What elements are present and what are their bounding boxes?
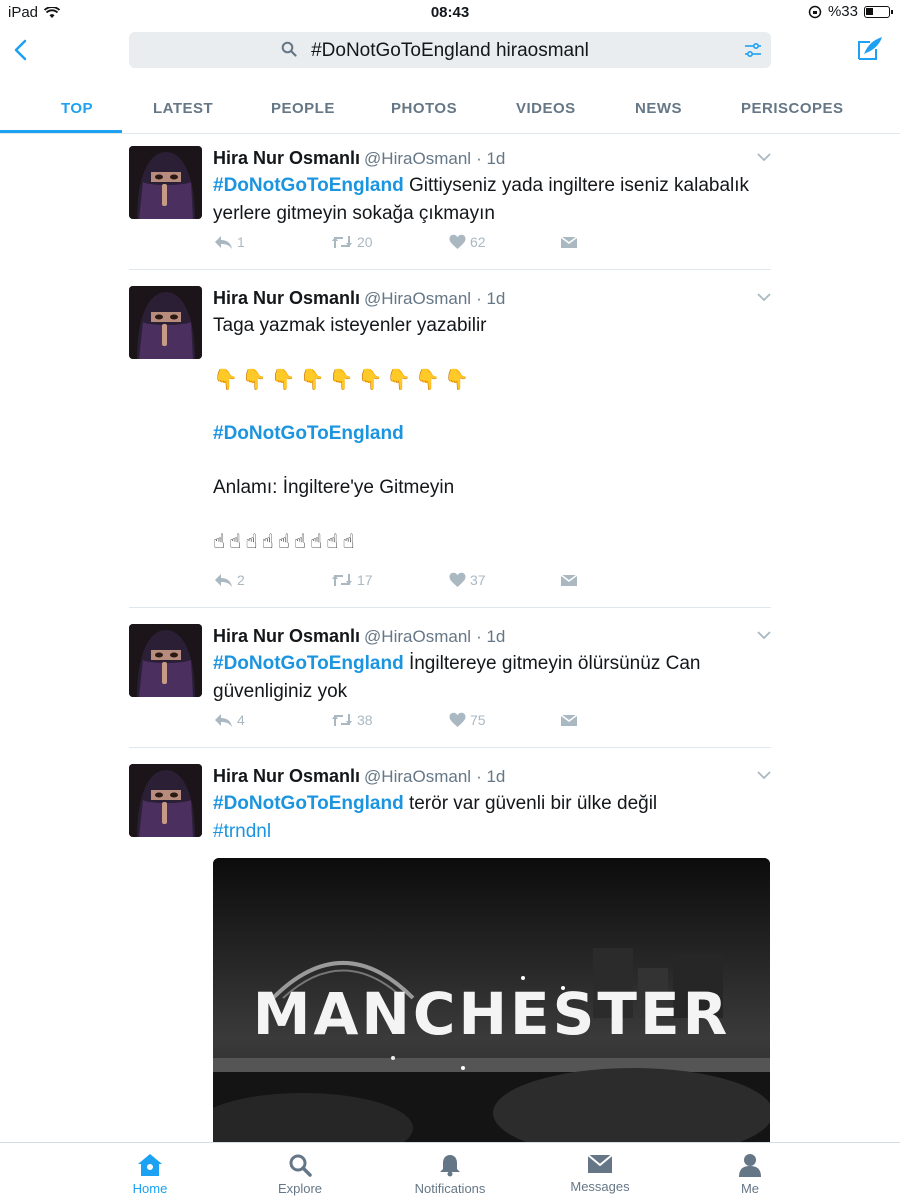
nav-explore[interactable]: Explore — [240, 1153, 360, 1196]
author-name[interactable]: Hira Nur Osmanlı — [213, 626, 360, 646]
direct-message-button[interactable] — [559, 572, 579, 588]
nav-me[interactable]: Me — [690, 1153, 810, 1196]
avatar[interactable] — [129, 764, 202, 837]
like-button[interactable]: 62 — [449, 234, 486, 250]
retweet-button[interactable]: 20 — [331, 234, 373, 250]
tab-top[interactable]: TOP — [61, 100, 93, 117]
chevron-down-icon[interactable] — [757, 630, 771, 640]
tweet-actions: 2 17 37 — [213, 572, 613, 594]
envelope-icon — [560, 236, 578, 248]
envelope-icon — [560, 574, 578, 586]
nav-home[interactable]: Home — [90, 1153, 210, 1196]
nav-notifications[interactable]: Notifications — [390, 1153, 510, 1196]
tweet-card[interactable]: Hira Nur Osmanlı @HiraOsmanl · 1d #DoNotG… — [129, 624, 771, 748]
tweet-time: · 1d — [476, 627, 506, 646]
search-header: #DoNotGoToEngland hiraosmanl — [0, 24, 900, 84]
tab-latest[interactable]: LATEST — [153, 100, 213, 117]
avatar[interactable] — [129, 286, 202, 359]
hashtag-link[interactable]: #DoNotGoToEngland — [213, 423, 404, 444]
author-handle[interactable]: @HiraOsmanl — [364, 767, 471, 786]
tweet-actions: 4 38 75 — [213, 712, 613, 734]
search-query: #DoNotGoToEngland hiraosmanl — [311, 40, 589, 61]
like-button[interactable]: 75 — [449, 712, 486, 728]
author-name[interactable]: Hira Nur Osmanlı — [213, 766, 360, 786]
hashtag-link[interactable]: #DoNotGoToEngland — [213, 793, 404, 814]
reply-button[interactable]: 1 — [213, 234, 245, 250]
envelope-icon — [587, 1154, 613, 1173]
author-handle[interactable]: @HiraOsmanl — [364, 627, 471, 646]
search-input[interactable]: #DoNotGoToEngland hiraosmanl — [129, 32, 771, 68]
image-caption-text: MANCHESTER — [252, 980, 731, 1048]
emoji-row: ☝☝☝☝☝☝☝☝☝ — [213, 531, 359, 553]
search-icon — [289, 1154, 312, 1177]
retweet-icon — [332, 574, 352, 586]
tab-periscopes[interactable]: PERISCOPES — [741, 100, 844, 117]
avatar[interactable] — [129, 146, 202, 219]
author-name[interactable]: Hira Nur Osmanlı — [213, 148, 360, 168]
reply-icon — [215, 236, 232, 249]
hashtag-link[interactable]: #trndnl — [213, 821, 271, 842]
emoji-row: 👇👇👇👇👇👇👇👇👇 — [213, 369, 474, 391]
reply-button[interactable]: 2 — [213, 572, 245, 588]
tweet-text: Taga yazmak isteyenler yazabilir 👇👇👇👇👇👇👇… — [213, 312, 768, 556]
profile-icon — [739, 1154, 761, 1177]
tweet-text: #DoNotGoToEngland Gittiyseniz yada ingil… — [213, 175, 750, 224]
tab-news[interactable]: NEWS — [635, 100, 682, 117]
tweet-time: · 1d — [476, 767, 506, 786]
status-bar: iPad 08:43 %33 — [0, 0, 900, 24]
direct-message-button[interactable] — [559, 712, 579, 728]
tab-videos[interactable]: VIDEOS — [516, 100, 576, 117]
heart-icon — [449, 572, 466, 587]
tweet-actions: 1 20 62 — [213, 234, 613, 256]
back-arrow-icon[interactable] — [8, 36, 36, 64]
bell-icon — [440, 1155, 460, 1177]
reply-icon — [215, 574, 232, 587]
direct-message-button[interactable] — [559, 234, 579, 250]
retweet-icon — [332, 714, 352, 726]
author-handle[interactable]: @HiraOsmanl — [364, 289, 471, 308]
tweet-time: · 1d — [476, 149, 506, 168]
author-handle[interactable]: @HiraOsmanl — [364, 149, 471, 168]
tweet-card[interactable]: Hira Nur Osmanlı @HiraOsmanl · 1d Taga ya… — [129, 286, 771, 608]
tab-people[interactable]: PEOPLE — [271, 100, 335, 117]
clock: 08:43 — [430, 4, 470, 21]
battery-percent: %33 — [827, 3, 858, 20]
filter-icon[interactable] — [743, 41, 763, 59]
nav-messages[interactable]: Messages — [540, 1153, 660, 1194]
active-tab-indicator — [0, 130, 122, 133]
rotation-lock-icon — [808, 5, 822, 18]
home-icon — [138, 1154, 162, 1176]
tab-photos[interactable]: PHOTOS — [391, 100, 457, 117]
reply-icon — [215, 714, 232, 727]
tweet-text: #DoNotGoToEngland terör var güvenli bir … — [213, 793, 658, 842]
tweet-text: #DoNotGoToEngland İngiltereye gitmeyin ö… — [213, 653, 701, 702]
search-tabs: TOP LATEST PEOPLE PHOTOS VIDEOS NEWS PER… — [0, 84, 900, 134]
envelope-icon — [560, 714, 578, 726]
compose-tweet-icon[interactable] — [856, 34, 884, 62]
avatar[interactable] — [129, 624, 202, 697]
tweet-time: · 1d — [476, 289, 506, 308]
retweet-button[interactable]: 17 — [331, 572, 373, 588]
tweet-card[interactable]: Hira Nur Osmanlı @HiraOsmanl · 1d #DoNotG… — [129, 146, 771, 270]
like-button[interactable]: 37 — [449, 572, 486, 588]
battery-icon — [864, 5, 893, 18]
tweet-image[interactable]: MANCHESTER — [213, 858, 770, 1158]
hashtag-link[interactable]: #DoNotGoToEngland — [213, 175, 404, 196]
hashtag-link[interactable]: #DoNotGoToEngland — [213, 653, 404, 674]
chevron-down-icon[interactable] — [757, 152, 771, 162]
tweet-card[interactable]: Hira Nur Osmanlı @HiraOsmanl · 1d #DoNotG… — [129, 764, 771, 1158]
heart-icon — [449, 234, 466, 249]
chevron-down-icon[interactable] — [757, 292, 771, 302]
chevron-down-icon[interactable] — [757, 770, 771, 780]
author-name[interactable]: Hira Nur Osmanlı — [213, 288, 360, 308]
retweet-icon — [332, 236, 352, 248]
bottom-navigation: Home Explore Notifications Messages Me — [0, 1142, 900, 1200]
retweet-button[interactable]: 38 — [331, 712, 373, 728]
reply-button[interactable]: 4 — [213, 712, 245, 728]
battery-level — [866, 7, 873, 15]
heart-icon — [449, 712, 466, 727]
